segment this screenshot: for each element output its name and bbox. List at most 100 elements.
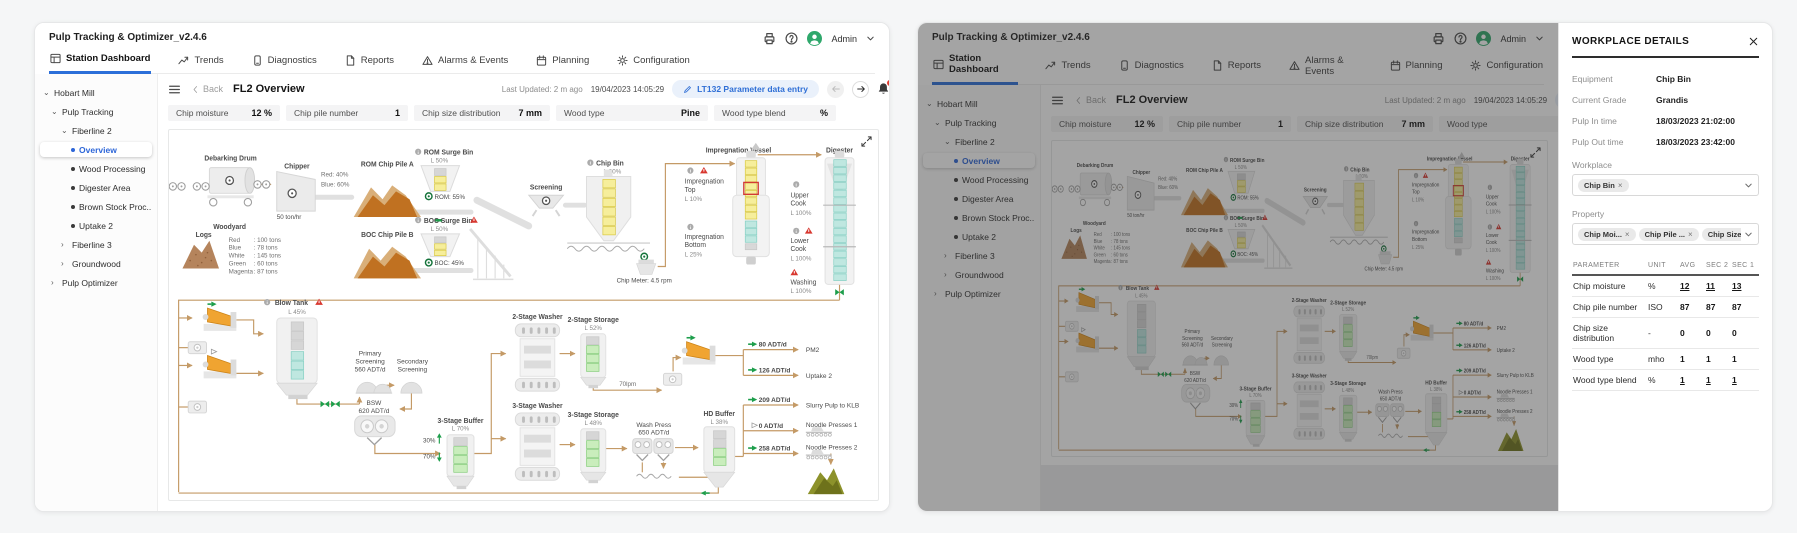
arrow-right-icon: [856, 84, 866, 94]
pump-icon[interactable]: [188, 342, 206, 354]
svg-text:BSW: BSW: [366, 400, 382, 407]
svg-text:L 10%: L 10%: [685, 196, 703, 203]
app-header: Pulp Tracking & Optimizer_v2.4.6 Admin S…: [35, 23, 889, 74]
svg-text:White: White: [229, 253, 245, 260]
chip-bin[interactable]: iChip BinL 30%Chip Meter: 4.5 rpm: [567, 159, 672, 284]
pump-icon[interactable]: [663, 373, 681, 385]
svg-text:Washing: Washing: [790, 279, 816, 286]
svg-text:Green: Green: [229, 260, 247, 267]
sidebar-item-groundwood[interactable]: ›Groundwood: [40, 256, 152, 271]
chevron-down-icon: [866, 34, 875, 43]
chip-feeder-2[interactable]: [203, 349, 237, 378]
three-stage-washer[interactable]: 3-Stage Washer: [512, 403, 563, 480]
svg-text:PM2: PM2: [806, 347, 820, 354]
bsw-washer[interactable]: BSW620 ADT/d: [355, 400, 395, 445]
svg-text:Top: Top: [685, 187, 696, 194]
svg-text:Woodyard: Woodyard: [213, 224, 246, 231]
svg-text:Logs: Logs: [196, 232, 212, 239]
next-button[interactable]: [852, 81, 869, 98]
filter-chip[interactable]: Chip Size ...×: [1702, 228, 1741, 241]
chipper[interactable]: Chipper50 ton/hr: [277, 164, 315, 222]
svg-text:560 ADT/d: 560 ADT/d: [355, 366, 386, 373]
svg-text:: 87 tons: : 87 tons: [254, 268, 278, 275]
tab-planning[interactable]: Planning: [535, 53, 590, 74]
sidebar-item-hobart-mill[interactable]: ⌄Hobart Mill: [40, 85, 152, 100]
svg-text:Chip Meter: 4.5 rpm: Chip Meter: 4.5 rpm: [617, 277, 672, 284]
close-icon[interactable]: [1748, 36, 1759, 47]
three-stage-storage[interactable]: 3-Stage StorageL 48%: [568, 412, 619, 483]
filter-chip[interactable]: Chip Moi...×: [1578, 228, 1636, 241]
boc-surge-bin[interactable]: iBOC Surge BinL 50%BOC: 45%: [415, 216, 478, 267]
primary-screening[interactable]: PrimaryScreening560 ADT/d: [355, 350, 393, 393]
sidebar-item-fiberline-3[interactable]: ›Fiberline 3: [40, 237, 152, 252]
screening[interactable]: Screening: [529, 184, 564, 216]
svg-text:Cook: Cook: [790, 246, 806, 253]
menu-icon[interactable]: [168, 83, 181, 96]
impregnation-vessel[interactable]: Impregnation Vessel: [706, 143, 772, 265]
sidebar-item-uptake-2[interactable]: Uptake 2: [40, 218, 152, 233]
avatar[interactable]: [807, 31, 822, 46]
svg-text:Lower: Lower: [790, 238, 809, 245]
hd-buffer[interactable]: HD BufferL 38%: [704, 411, 736, 487]
svg-text:2-Stage Washer: 2-Stage Washer: [512, 314, 563, 321]
secondary-screening[interactable]: SecondaryScreening: [397, 358, 429, 393]
user-menu[interactable]: Admin: [831, 34, 857, 44]
tab-trends[interactable]: Trends: [177, 53, 224, 74]
svg-text:Secondary: Secondary: [397, 358, 429, 365]
two-stage-storage[interactable]: 2-Stage StorageL 52%: [568, 317, 619, 388]
sidebar-item-digester-area[interactable]: Digester Area: [40, 180, 152, 195]
header-actions: Admin: [763, 31, 875, 46]
help-icon[interactable]: [785, 32, 798, 45]
notifications-bell-icon[interactable]: [877, 82, 889, 96]
boc-chip-pile-b[interactable]: BOC Chip Pile B: [354, 232, 421, 279]
prev-button[interactable]: [827, 81, 844, 98]
tab-station-dashboard[interactable]: Station Dashboard: [49, 53, 151, 74]
sidebar-item-pulp-tracking[interactable]: ⌄Pulp Tracking: [40, 104, 152, 119]
sidebar-item-fiberline-2[interactable]: ⌄Fiberline 2: [40, 123, 152, 138]
svg-text:3-Stage Storage: 3-Stage Storage: [568, 412, 619, 419]
svg-text:i: i: [796, 182, 797, 188]
remove-chip-icon[interactable]: ×: [1625, 230, 1630, 239]
print-icon[interactable]: [763, 32, 776, 45]
svg-text:i: i: [266, 300, 267, 306]
svg-text:Bottom: Bottom: [685, 242, 707, 249]
filter-chip[interactable]: Chip Bin×: [1578, 179, 1629, 192]
debarking-drum[interactable]: Debarking Drum: [169, 156, 270, 206]
chip-feeder-3[interactable]: [682, 335, 716, 364]
parameter-data-entry-button[interactable]: LT132 Parameter data entry: [672, 80, 819, 98]
filter-chip[interactable]: Chip Pile ...×: [1639, 228, 1699, 241]
sidebar-item-wood-processing[interactable]: Wood Processing: [40, 161, 152, 176]
remove-chip-icon[interactable]: ×: [1688, 230, 1693, 239]
app-title: Pulp Tracking & Optimizer_v2.4.6: [49, 32, 875, 43]
expand-icon[interactable]: [861, 134, 872, 145]
back-button[interactable]: Back: [191, 84, 223, 94]
digester[interactable]: Digester: [823, 148, 856, 285]
wash-press[interactable]: Wash Press650 ADT/d: [633, 422, 673, 479]
svg-text:Blue: Blue: [229, 245, 242, 252]
rom-chip-pile-a[interactable]: ROM Chip Pile A: [354, 162, 421, 218]
tab-reports[interactable]: Reports: [344, 53, 395, 74]
tab-configuration[interactable]: Configuration: [616, 53, 691, 74]
svg-text:258 ADT/d: 258 ADT/d: [759, 445, 791, 452]
svg-text:: 100 tons: : 100 tons: [254, 237, 281, 244]
pulp-pile: [808, 468, 845, 494]
overlay-scrim[interactable]: [918, 23, 1558, 511]
tab-diagnostics[interactable]: Diagnostics: [251, 53, 318, 74]
sidebar-item-brown-stock-proc-[interactable]: Brown Stock Proc..: [40, 199, 152, 214]
svg-text:Cook: Cook: [790, 201, 806, 208]
divider: [1572, 56, 1759, 58]
svg-text:L 45%: L 45%: [288, 309, 306, 316]
bullet-icon: [71, 148, 75, 152]
svg-text:: 145 tons: : 145 tons: [254, 253, 281, 260]
tab-alarms-events[interactable]: Alarms & Events: [421, 53, 509, 74]
chevron-down-icon: [1744, 181, 1753, 190]
sidebar-item-overview[interactable]: Overview: [40, 142, 152, 157]
workplace-select[interactable]: Chip Bin×: [1572, 174, 1759, 196]
property-select[interactable]: Chip Moi...×Chip Pile ...×Chip Size ...×…: [1572, 223, 1759, 245]
remove-chip-icon[interactable]: ×: [1618, 181, 1623, 190]
two-stage-washer[interactable]: 2-Stage Washer: [512, 314, 563, 391]
sidebar-item-pulp-optimizer[interactable]: ›Pulp Optimizer: [40, 275, 152, 290]
chip-feeder-1[interactable]: [203, 302, 237, 331]
blow-tank[interactable]: iBlow TankL 45%: [264, 299, 323, 400]
pump-icon[interactable]: [188, 401, 206, 413]
